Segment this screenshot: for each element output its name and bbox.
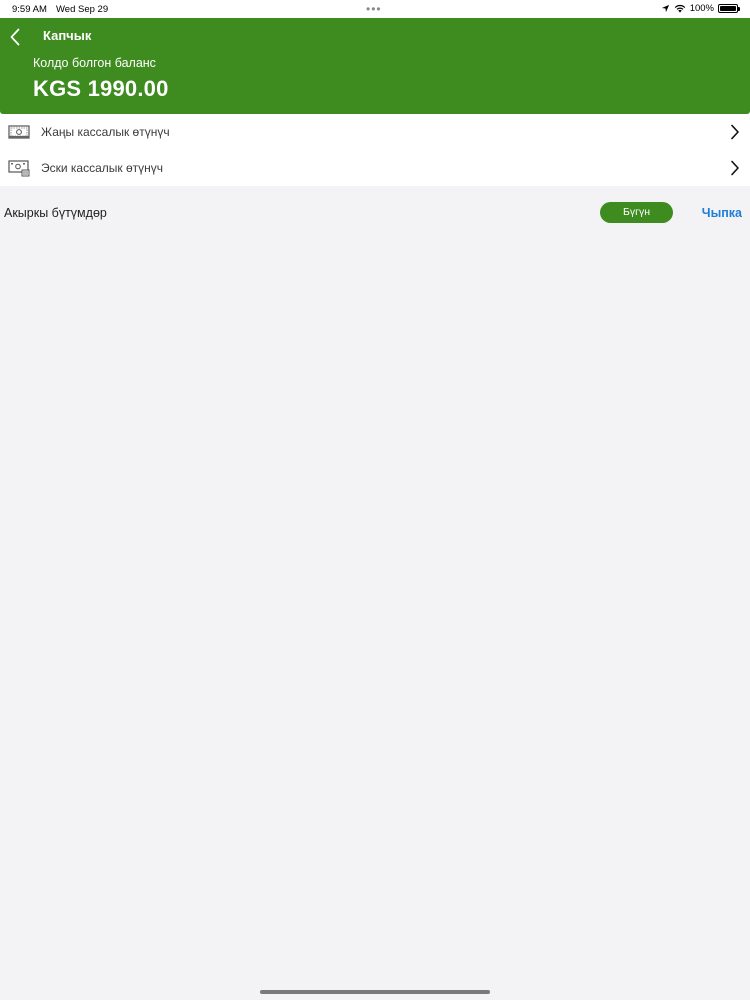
cash-request-menu: Жаңы кассалык өтүнүч Эски кассалык өтүнү… bbox=[0, 114, 750, 186]
menu-item-label: Жаңы кассалык өтүнүч bbox=[41, 125, 170, 139]
wallet-header: Капчык Колдо болгон баланс KGS 1990.00 bbox=[0, 18, 750, 114]
recent-transactions-title: Акыркы бүтүмдөр bbox=[4, 206, 107, 220]
status-right: 100% bbox=[661, 3, 740, 14]
filter-link[interactable]: Чыпка bbox=[702, 206, 742, 220]
battery-icon bbox=[718, 4, 740, 13]
menu-item-label: Эски кассалык өтүнүч bbox=[41, 161, 164, 175]
back-button[interactable] bbox=[6, 27, 24, 47]
menu-item-old-cash-request[interactable]: Эски кассалык өтүнүч bbox=[0, 150, 750, 186]
balance-label: Колдо болгон баланс bbox=[33, 56, 156, 70]
status-bar: 9:59 AM Wed Sep 29 ••• 100% bbox=[0, 0, 750, 18]
chevron-left-icon bbox=[10, 28, 20, 46]
balance-amount: KGS 1990.00 bbox=[33, 76, 169, 101]
battery-percent: 100% bbox=[689, 3, 714, 14]
home-indicator[interactable] bbox=[260, 990, 490, 994]
location-arrow-icon bbox=[661, 4, 669, 13]
menu-item-new-cash-request[interactable]: Жаңы кассалык өтүнүч bbox=[0, 114, 750, 150]
multitasking-dots-icon[interactable]: ••• bbox=[366, 2, 382, 16]
chevron-right-icon bbox=[731, 124, 739, 140]
chevron-right-icon bbox=[731, 160, 739, 176]
status-time: 9:59 AM bbox=[12, 4, 47, 15]
page-title: Капчык bbox=[43, 28, 92, 43]
status-date: Wed Sep 29 bbox=[56, 4, 109, 15]
today-filter-button[interactable]: Бүгүн bbox=[600, 202, 673, 223]
wifi-icon bbox=[674, 4, 685, 13]
cash-new-icon bbox=[8, 125, 30, 139]
cash-old-icon bbox=[8, 160, 30, 177]
